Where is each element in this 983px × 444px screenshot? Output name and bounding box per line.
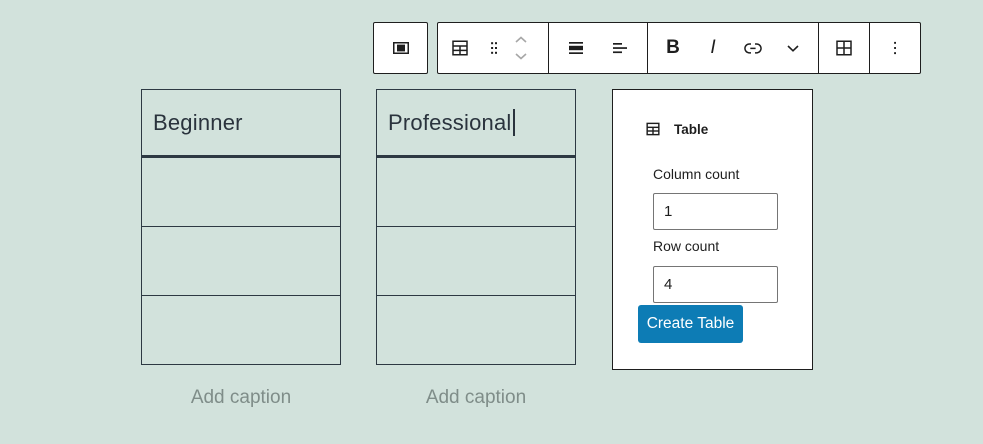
toolbar-alignment-tools [548,23,647,73]
table-block-beginner: Beginner [141,89,341,365]
edit-table-icon [832,36,856,60]
table-block-professional: Professional [376,89,576,365]
create-table-button[interactable]: Create Table [638,305,743,343]
select-parent-block-button[interactable] [381,24,421,72]
table-block-button[interactable] [443,24,477,72]
panel-header: Table [643,119,708,139]
table-header-cell[interactable]: Professional [377,90,575,158]
caption-placeholder[interactable]: Add caption [141,387,341,409]
row-block-icon [389,36,413,60]
drag-handle-icon [482,36,506,60]
column-alignment-button[interactable] [598,24,642,72]
chevron-up-icon [511,32,543,46]
toolbar-block-tools [438,23,548,73]
row-count-input[interactable] [653,266,778,303]
toolbar-parent-group [373,22,428,74]
toolbar-table-tools [818,23,869,73]
column-count-label: Column count [653,166,739,182]
edit-table-button[interactable] [824,24,864,72]
column-count-input[interactable] [653,193,778,230]
block-mover [511,24,543,72]
chevron-down-icon [781,36,805,60]
table-header-text: Beginner [153,110,243,136]
table-row[interactable] [142,158,340,227]
table-header-text: Professional [388,110,511,136]
options-button[interactable] [875,24,915,72]
table-row[interactable] [142,296,340,362]
drag-handle-button[interactable] [477,24,511,72]
table-row[interactable] [142,227,340,296]
align-left-icon [608,36,632,60]
toolbar-main-group: B I [437,22,921,74]
bold-button[interactable]: B [653,24,693,72]
more-rich-text-button[interactable] [773,24,813,72]
caption-placeholder[interactable]: Add caption [376,387,576,409]
align-none-icon [564,36,588,60]
move-up-button[interactable] [511,30,543,48]
table-setup-panel: Table Column count Row count Create Tabl… [612,89,813,370]
move-down-button[interactable] [511,48,543,66]
toolbar-format-tools: B I [647,23,818,73]
table-row[interactable] [377,296,575,362]
bold-icon: B [666,37,680,59]
row-count-label: Row count [653,238,719,254]
block-toolbar: B I [373,22,921,74]
table-row[interactable] [377,158,575,227]
ellipsis-icon [883,36,907,60]
chevron-down-icon [511,50,543,64]
table-block-icon [448,36,472,60]
table-header-cell[interactable]: Beginner [142,90,340,158]
toolbar-options [869,23,920,73]
text-cursor [513,109,515,136]
italic-button[interactable]: I [693,24,733,72]
link-button[interactable] [733,24,773,72]
italic-icon: I [710,37,715,59]
table-row[interactable] [377,227,575,296]
link-icon [741,36,765,60]
align-button[interactable] [554,24,598,72]
table-block-icon [643,119,663,139]
panel-title: Table [674,122,708,137]
